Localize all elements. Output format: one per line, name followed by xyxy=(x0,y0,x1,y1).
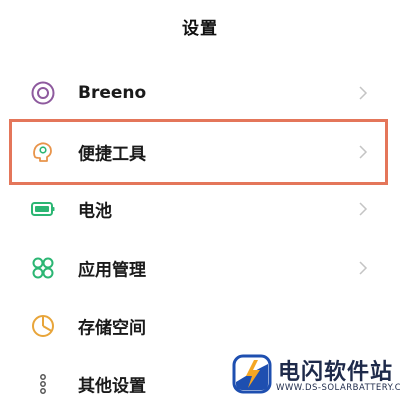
app-management-icon xyxy=(30,255,56,281)
settings-item-label: Breeno xyxy=(78,83,147,103)
convenience-tools-icon xyxy=(30,139,56,165)
chevron-right-icon xyxy=(358,144,368,160)
watermark: 电闪软件站 WWW.DS-SOLARBATTERY.COM xyxy=(210,352,400,405)
settings-item-label: 应用管理 xyxy=(78,260,146,281)
battery-icon xyxy=(30,196,56,222)
settings-item-battery[interactable]: 电池 xyxy=(0,180,400,238)
settings-item-label: 存储空间 xyxy=(78,318,146,339)
settings-item-label: 电池 xyxy=(78,201,112,222)
settings-item-storage[interactable]: 存储空间 xyxy=(0,297,400,355)
watermark-domain: WWW.DS-SOLARBATTERY.COM xyxy=(276,383,400,393)
chevron-right-icon xyxy=(358,85,368,101)
chevron-right-icon xyxy=(358,260,368,276)
breeno-icon xyxy=(30,80,56,106)
chevron-right-icon xyxy=(358,201,368,217)
site-logo-icon xyxy=(232,354,272,394)
settings-item-label: 便捷工具 xyxy=(78,144,146,165)
page-title: 设置 xyxy=(182,19,218,39)
settings-item-breeno[interactable]: Breeno xyxy=(0,64,400,122)
watermark-name: 电闪软件站 xyxy=(278,360,394,385)
storage-icon xyxy=(30,313,56,339)
settings-item-app-management[interactable]: 应用管理 xyxy=(0,239,400,297)
other-settings-icon xyxy=(30,371,56,397)
settings-item-label: 其他设置 xyxy=(78,376,146,397)
settings-item-convenience-tools[interactable]: 便捷工具 xyxy=(0,123,400,181)
